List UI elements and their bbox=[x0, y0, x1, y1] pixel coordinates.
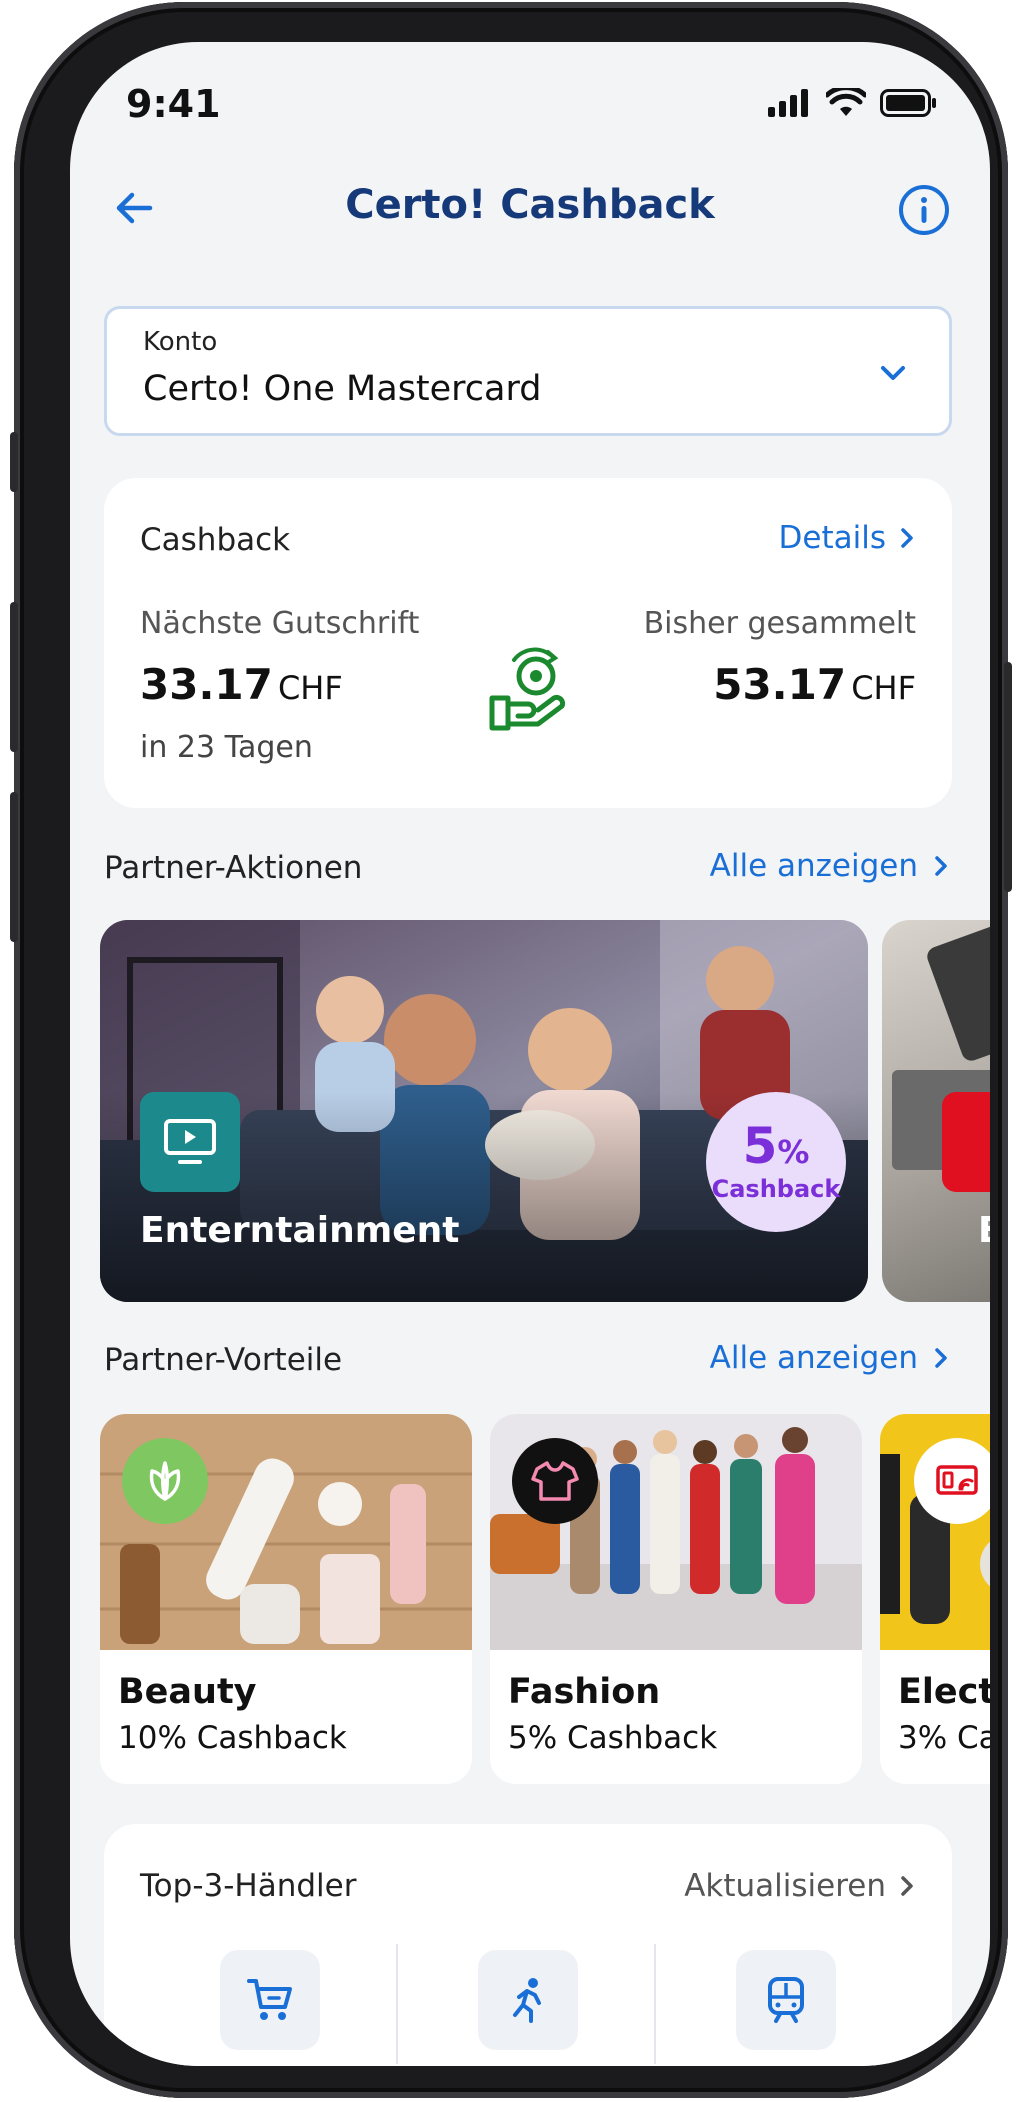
electronics-category-badge bbox=[914, 1438, 990, 1524]
phone-frame: 9:41 Certo! Cashback Konto Certo! One Ma… bbox=[10, 2, 1012, 2098]
badge-percent-sign: % bbox=[777, 1133, 810, 1171]
cashback-card: Cashback Details Nächste Gutschrift 33.1… bbox=[104, 478, 952, 808]
leaf-icon bbox=[149, 1461, 181, 1501]
merchant-1[interactable] bbox=[220, 1950, 320, 2050]
chevron-right-icon bbox=[901, 1876, 913, 1896]
benefit-card-fashion[interactable]: Fashion 5% Cashback bbox=[490, 1414, 862, 1784]
partner-actions-title: Partner-Aktionen bbox=[104, 850, 363, 886]
badge-percent: 5% bbox=[743, 1121, 810, 1171]
volume-down-button bbox=[10, 792, 18, 942]
volume-up-button bbox=[10, 602, 18, 752]
benefit-name: Elect bbox=[898, 1672, 990, 1712]
electronics-category-badge bbox=[942, 1092, 990, 1192]
status-time: 9:41 bbox=[126, 82, 221, 126]
info-icon[interactable] bbox=[896, 182, 952, 238]
chevron-right-icon bbox=[935, 1348, 947, 1368]
refresh-label: Aktualisieren bbox=[684, 1868, 886, 1904]
badge-cashback-text: Cashback bbox=[711, 1175, 841, 1203]
entertainment-category-badge bbox=[140, 1092, 240, 1192]
details-label: Details bbox=[778, 520, 886, 556]
benefit-card-beauty[interactable]: Beauty 10% Cashback bbox=[100, 1414, 472, 1784]
divider bbox=[396, 1944, 398, 2064]
tshirt-icon bbox=[531, 1461, 579, 1501]
show-all-label: Alle anzeigen bbox=[709, 1340, 918, 1376]
top-merchants-card: Top-3-Händler Aktualisieren bbox=[104, 1824, 952, 2066]
benefit-cashback: 10% Cashback bbox=[118, 1720, 347, 1756]
next-credit-when: in 23 Tagen bbox=[140, 730, 313, 765]
benefit-cashback: 3% Ca bbox=[898, 1720, 990, 1756]
benefit-card-electronics[interactable]: Elect 3% Ca bbox=[880, 1414, 990, 1784]
total-collected-label: Bisher gesammelt bbox=[643, 606, 916, 641]
benefit-name: Fashion bbox=[508, 1672, 661, 1712]
page-title: Certo! Cashback bbox=[345, 182, 715, 228]
badge-percent-number: 5 bbox=[742, 1117, 778, 1175]
next-credit-currency: CHF bbox=[277, 669, 343, 707]
partner-actions-show-all[interactable]: Alle anzeigen bbox=[710, 848, 950, 884]
account-value: Certo! One Mastercard bbox=[143, 369, 542, 409]
next-credit-value: 33.17 CHF bbox=[140, 660, 343, 709]
total-collected-value: 53.17 CHF bbox=[713, 660, 916, 709]
details-link[interactable]: Details bbox=[779, 520, 916, 556]
promo-entertainment-label: Enterntainment bbox=[140, 1210, 460, 1251]
wifi-icon bbox=[826, 88, 866, 116]
chevron-right-icon bbox=[901, 528, 913, 548]
show-all-label: Alle anzeigen bbox=[709, 848, 918, 884]
chevron-down-icon bbox=[881, 366, 905, 380]
cart-icon bbox=[247, 1979, 292, 2020]
cashback-percent-badge: 5% Cashback bbox=[706, 1092, 846, 1232]
cashback-title: Cashback bbox=[140, 522, 291, 558]
running-person-icon bbox=[513, 1978, 541, 2023]
fashion-category-badge bbox=[512, 1438, 598, 1524]
promo-card-electronics[interactable]: Ele bbox=[882, 920, 990, 1302]
merchant-2[interactable] bbox=[478, 1950, 578, 2050]
next-credit-amount: 33.17 bbox=[140, 660, 273, 709]
mute-switch bbox=[10, 432, 18, 492]
total-collected-amount: 53.17 bbox=[713, 660, 847, 709]
status-icons bbox=[768, 88, 938, 118]
promo-electronics-label: Ele bbox=[978, 1210, 990, 1251]
beauty-category-badge bbox=[122, 1438, 208, 1524]
promo-card-entertainment[interactable]: Enterntainment 5% Cashback bbox=[100, 920, 868, 1302]
signal-icon bbox=[768, 89, 808, 117]
divider bbox=[654, 1944, 656, 2064]
device-icon bbox=[936, 1465, 978, 1495]
partner-benefits-title: Partner-Vorteile bbox=[104, 1342, 343, 1378]
benefit-name: Beauty bbox=[118, 1672, 257, 1712]
battery-icon bbox=[880, 89, 936, 117]
account-selector[interactable]: Konto Certo! One Mastercard bbox=[104, 306, 952, 436]
merchant-3[interactable] bbox=[736, 1950, 836, 2050]
power-button bbox=[1004, 662, 1012, 892]
refresh-link[interactable]: Aktualisieren bbox=[684, 1868, 916, 1904]
train-icon bbox=[768, 1977, 804, 2023]
screen: 9:41 Certo! Cashback Konto Certo! One Ma… bbox=[70, 42, 990, 2066]
top-merchants-title: Top-3-Händler bbox=[140, 1868, 357, 1904]
total-collected-currency: CHF bbox=[851, 669, 916, 707]
cashback-hand-coin-icon bbox=[489, 647, 566, 731]
account-label: Konto bbox=[143, 327, 218, 357]
partner-benefits-show-all[interactable]: Alle anzeigen bbox=[710, 1340, 950, 1376]
next-credit-label: Nächste Gutschrift bbox=[140, 606, 420, 641]
benefit-cashback: 5% Cashback bbox=[508, 1720, 718, 1756]
chevron-right-icon bbox=[935, 856, 947, 876]
tv-icon bbox=[164, 1119, 216, 1164]
